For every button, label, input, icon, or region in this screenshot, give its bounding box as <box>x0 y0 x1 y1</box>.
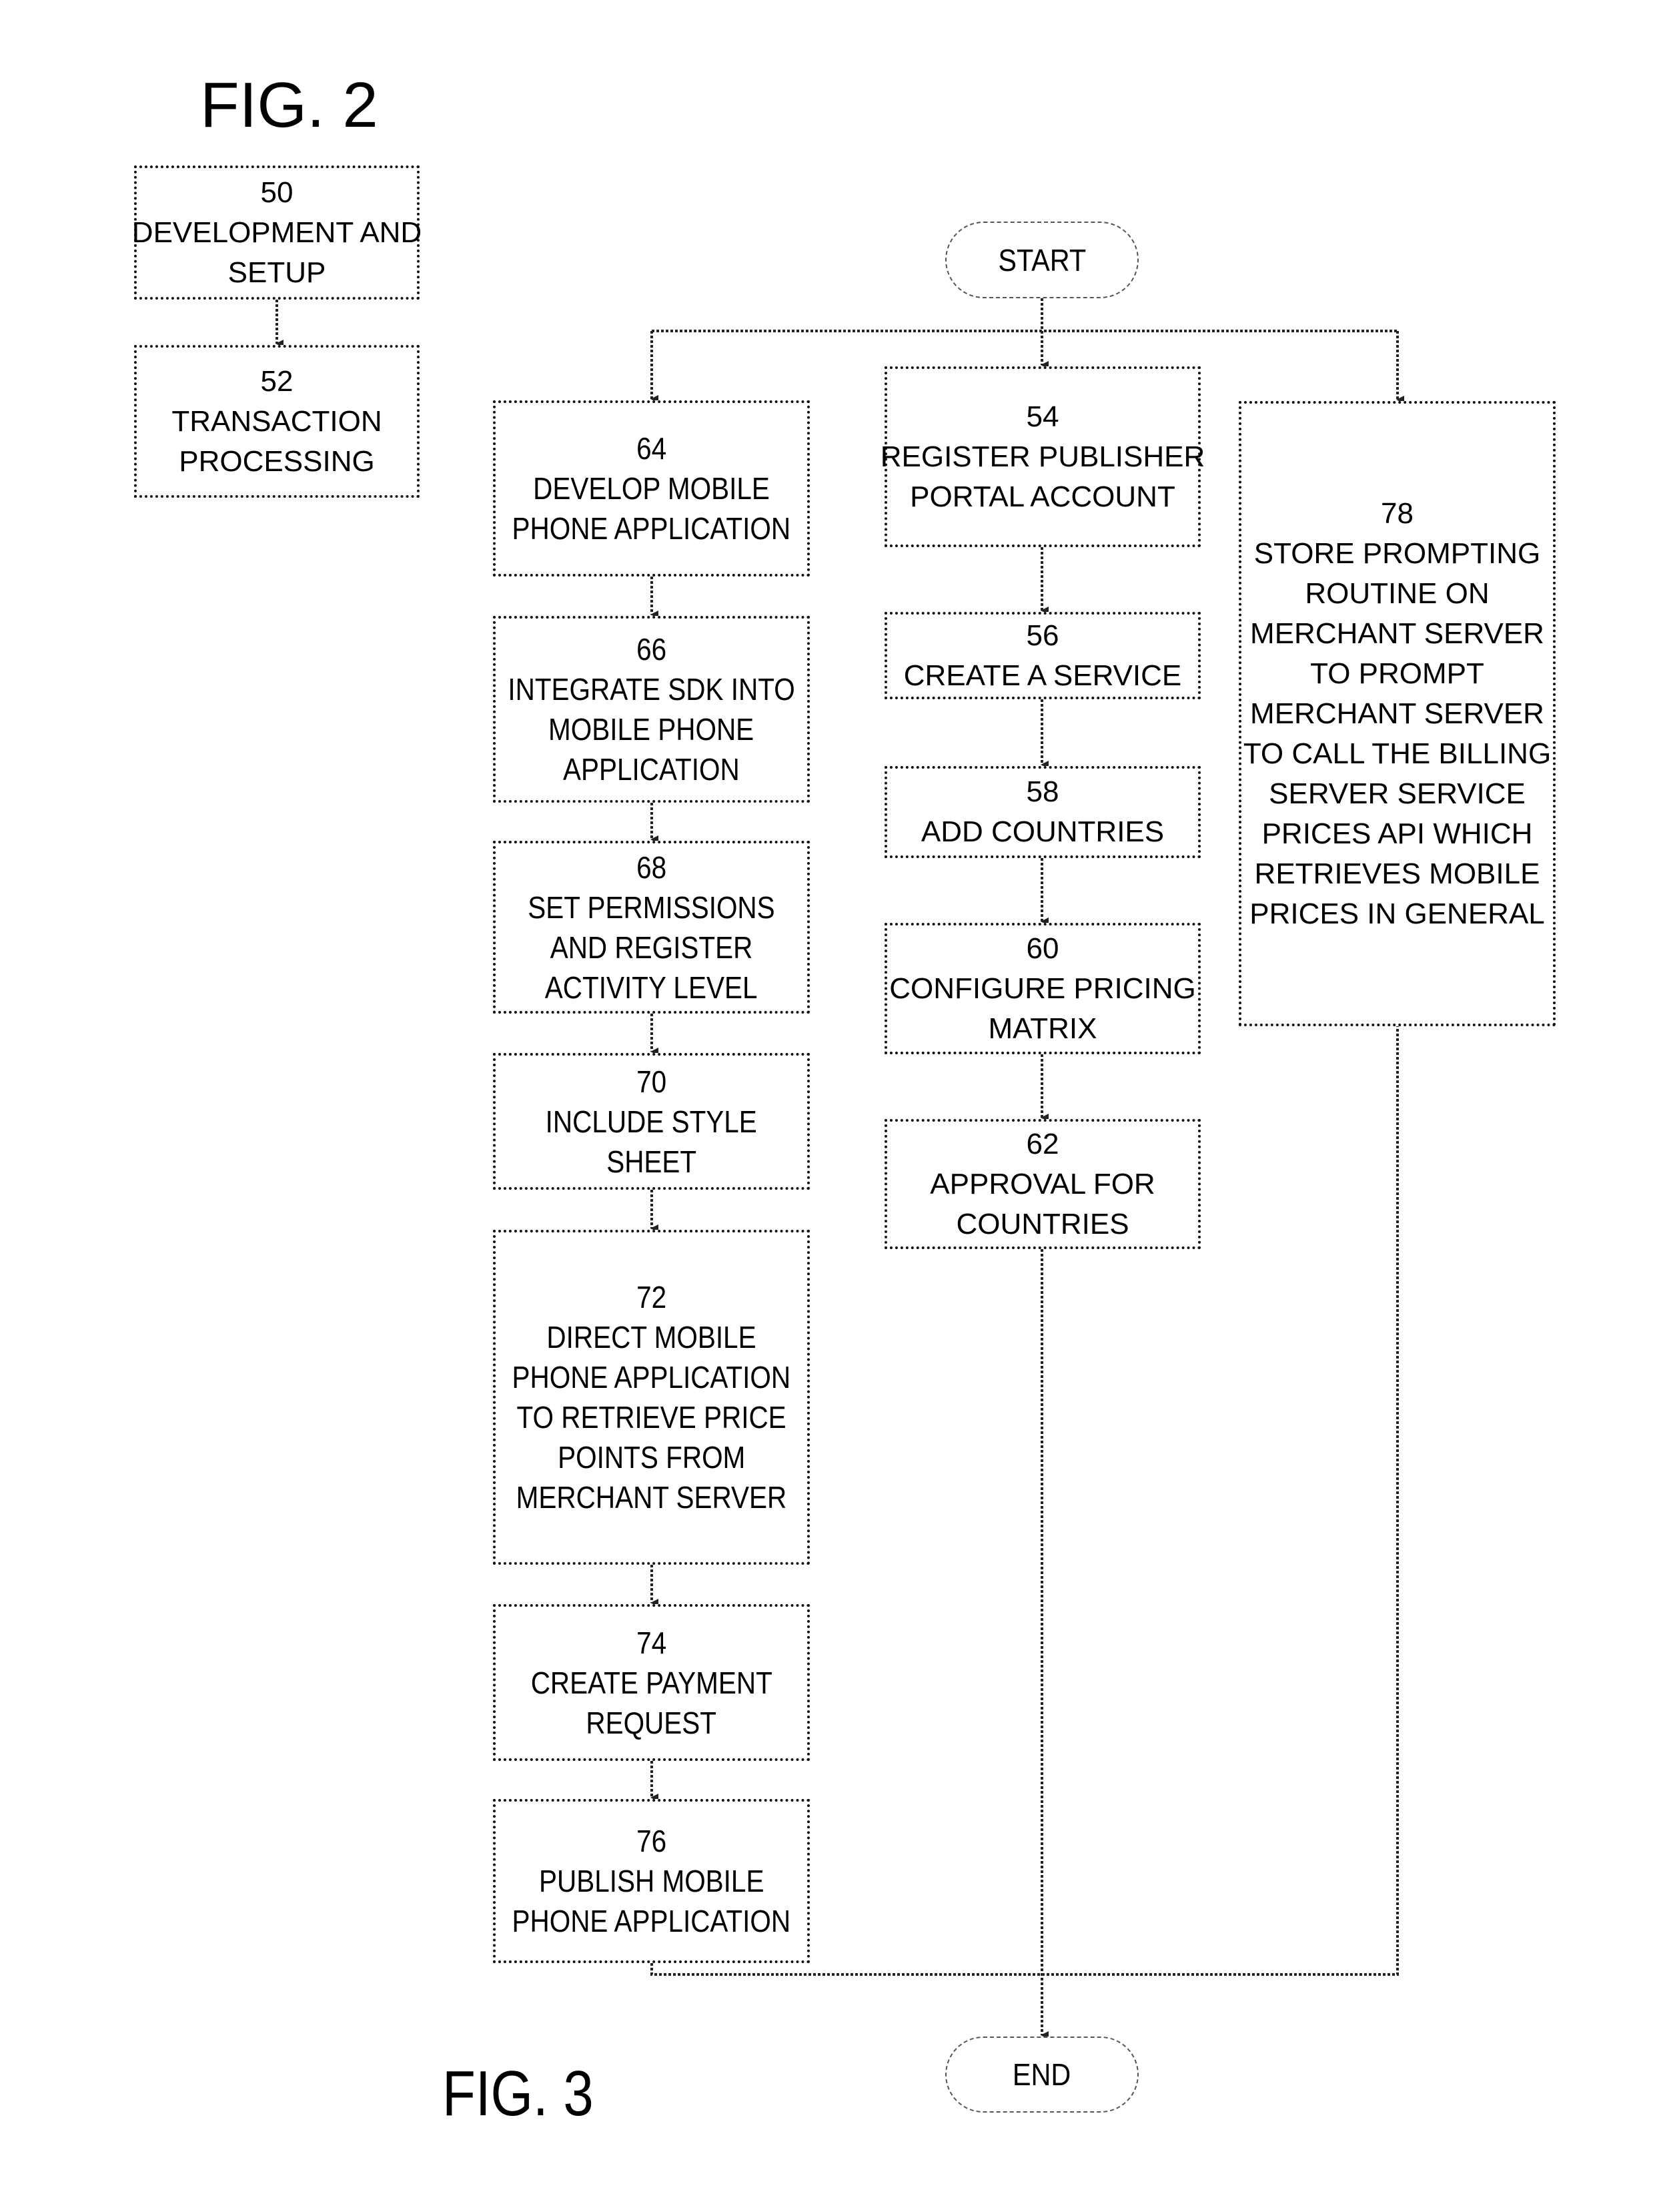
connector-layer <box>276 298 1404 2039</box>
start-terminal: START <box>945 222 1139 298</box>
step-label-line: APPROVAL FOR <box>930 1167 1155 1200</box>
step-label-line: INCLUDE STYLE <box>545 1104 758 1139</box>
step-label-line: TRANSACTION <box>171 404 382 438</box>
step-label-line: PRICES API WHICH <box>1261 817 1533 850</box>
fig3-left-step-68: 68 SET PERMISSIONS AND REGISTER ACTIVITY LE… <box>493 841 810 1014</box>
step-reference-number: 56 <box>1026 619 1059 652</box>
step-label-line: COUNTRIES <box>956 1207 1129 1240</box>
step-label-line: MERCHANT SERVER <box>1250 697 1544 730</box>
step-reference-number: 60 <box>1026 932 1059 965</box>
step-label-line: MERCHANT SERVER <box>516 1480 787 1515</box>
step-label-line: INTEGRATE SDK INTO <box>508 672 795 707</box>
start-label: START <box>998 242 1086 278</box>
step-label-line: PUBLISH MOBILE <box>538 1864 764 1898</box>
step-reference-number: 76 <box>636 1824 667 1858</box>
end-terminal: END <box>945 2037 1139 2113</box>
fig3-left-step-64: 64 DEVELOP MOBILE PHONE APPLICATION <box>493 400 810 577</box>
step-label-line: ROUTINE ON <box>1305 577 1490 610</box>
step-reference-number: 52 <box>260 364 294 398</box>
fig3-middle-step-56: 56 CREATE A SERVICE <box>885 612 1201 699</box>
fig3-left-step-74: 74 CREATE PAYMENT REQUEST <box>493 1604 810 1761</box>
step-label-line: MERCHANT SERVER <box>1250 617 1544 650</box>
step-label-line: ADD COUNTRIES <box>921 815 1165 848</box>
step-reference-number: 74 <box>636 1625 667 1660</box>
step-label-line: SERVER SERVICE <box>1269 777 1526 810</box>
step-label-line: DEVELOPMENT AND <box>131 216 422 249</box>
step-label-line: RETRIEVES MOBILE <box>1254 857 1540 890</box>
step-label-line: DIRECT MOBILE <box>546 1320 756 1355</box>
step-reference-number: 66 <box>636 632 667 667</box>
step-reference-number: 58 <box>1026 775 1059 808</box>
step-label-line: TO RETRIEVE PRICE <box>516 1400 786 1435</box>
step-label-line: CONFIGURE PRICING <box>889 972 1196 1005</box>
fig3-left-step-76: 76 PUBLISH MOBILE PHONE APPLICATION <box>493 1799 810 1963</box>
step-label-line: SETUP <box>227 256 326 289</box>
fig3-left-step-70: 70 INCLUDE STYLE SHEET <box>493 1053 810 1190</box>
step-reference-number: 62 <box>1026 1127 1059 1160</box>
fig3-middle-step-60: 60 CONFIGURE PRICING MATRIX <box>885 923 1201 1054</box>
step-label-line: PORTAL ACCOUNT <box>910 480 1175 513</box>
step-label-line: CREATE PAYMENT <box>530 1665 772 1700</box>
fig3-left-step-72: 72 DIRECT MOBILE PHONE APPLICATION TO RETRI… <box>493 1230 810 1565</box>
fig3-middle-step-58: 58 ADD COUNTRIES <box>885 766 1201 858</box>
step-reference-number: 64 <box>636 431 667 466</box>
fig3-right-step-78: 78 STORE PROMPTING ROUTINE ON MERCHANT SERV… <box>1239 401 1556 1026</box>
step-label-line: SHEET <box>606 1144 696 1179</box>
step-reference-number: 72 <box>636 1280 667 1315</box>
step-reference-number: 50 <box>260 175 294 209</box>
step-reference-number: 68 <box>636 849 667 885</box>
step-label-line: PHONE APPLICATION <box>512 1360 791 1395</box>
step-label-line: ACTIVITY LEVEL <box>545 970 758 1005</box>
step-label-line: MOBILE PHONE <box>548 712 754 747</box>
step-label-line: REQUEST <box>586 1705 717 1740</box>
step-label-line: STORE PROMPTING <box>1253 536 1541 570</box>
step-label-line: TO PROMPT <box>1310 657 1484 690</box>
step-reference-number: 54 <box>1026 400 1059 433</box>
step-label-line: MATRIX <box>988 1012 1097 1045</box>
step-label-line: TO CALL THE BILLING <box>1243 737 1552 770</box>
step-label-line: PRICES IN GENERAL <box>1249 897 1545 930</box>
step-label-line: PROCESSING <box>179 444 375 478</box>
step-reference-number: 78 <box>1381 496 1414 530</box>
figure-3-title: FIG. 3 <box>442 2058 594 2129</box>
fig3-middle-step-54: 54 REGISTER PUBLISHER PORTAL ACCOUNT <box>881 366 1205 547</box>
fig2-step-50: 50 DEVELOPMENT AND SETUP <box>131 165 422 300</box>
fig2-step-52: 52 TRANSACTION PROCESSING <box>134 345 420 498</box>
step-reference-number: 70 <box>636 1064 667 1099</box>
fig3-middle-step-62: 62 APPROVAL FOR COUNTRIES <box>885 1119 1201 1249</box>
step-label-line: SET PERMISSIONS <box>528 889 775 925</box>
end-label: END <box>1013 2057 1071 2092</box>
step-label-line: PHONE APPLICATION <box>512 1904 791 1938</box>
step-label-line: APPLICATION <box>563 752 740 787</box>
step-label-line: POINTS FROM <box>557 1440 746 1475</box>
step-label-line: CREATE A SERVICE <box>903 659 1182 692</box>
step-label-line: DEVELOP MOBILE <box>533 471 770 506</box>
step-label-line: AND REGISTER <box>550 930 753 965</box>
step-label-line: REGISTER PUBLISHER <box>880 440 1205 473</box>
step-label-line: PHONE APPLICATION <box>512 511 791 546</box>
fig3-left-step-66: 66 INTEGRATE SDK INTO MOBILE PHONE APPLICAT… <box>493 616 810 803</box>
figure-2-title: FIG. 2 <box>200 69 378 141</box>
